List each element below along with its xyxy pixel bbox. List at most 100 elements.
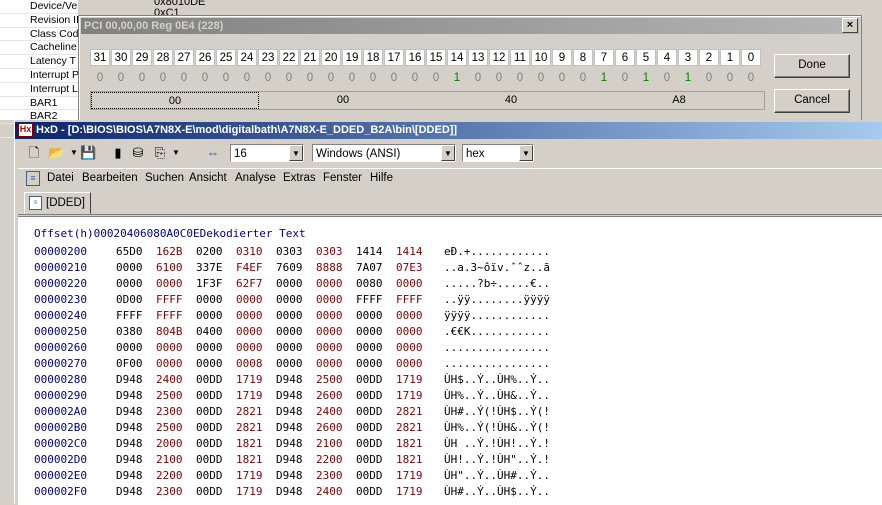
hex-word: 0000 (236, 341, 263, 354)
bit-value[interactable]: 0 (132, 70, 152, 87)
chevron-down-icon[interactable]: ▼ (441, 145, 455, 161)
save-icon[interactable]: 💾 (80, 145, 96, 161)
new-file-icon[interactable]: 🗋 (26, 145, 42, 161)
decoded-text: ÙH!..Ý.!ÙH"..Ý.! (444, 453, 550, 466)
bit-header: 19 (342, 49, 362, 66)
properties-dropdown-chevron-icon[interactable]: ▼ (168, 145, 184, 161)
bit-value[interactable]: 1 (636, 70, 656, 87)
menu-analyse[interactable]: Analyse (235, 172, 276, 184)
bit-value[interactable]: 0 (111, 70, 131, 87)
chevron-down-icon[interactable]: ▼ (289, 145, 303, 161)
bit-value[interactable]: 0 (531, 70, 551, 87)
hex-word: 0000 (396, 277, 423, 290)
bit-value[interactable]: 1 (678, 70, 698, 87)
charset-value: Windows (ANSI) (316, 148, 401, 160)
row-offset: 00000250 (34, 325, 87, 338)
bit-header: 21 (300, 49, 320, 66)
bit-header: 14 (447, 49, 467, 66)
row-offset: 00000200 (34, 245, 87, 258)
bit-header: 10 (531, 49, 551, 66)
hex-word: 0000 (156, 277, 183, 290)
hex-word: 2000 (156, 437, 183, 450)
bit-value[interactable]: 0 (300, 70, 320, 87)
bit-header: 18 (363, 49, 383, 66)
bytes-per-row-select[interactable]: 16 ▼ (230, 144, 304, 162)
bit-value[interactable]: 0 (615, 70, 635, 87)
document-icon[interactable]: ≡ (26, 171, 40, 186)
menu-ansicht[interactable]: Ansicht (189, 172, 227, 184)
bit-value[interactable]: 0 (573, 70, 593, 87)
menu-datei[interactable]: Datei (47, 172, 74, 184)
bit-value[interactable]: 0 (258, 70, 278, 87)
hxd-titlebar[interactable]: Hx HxD - [D:\BIOS\BIOS\A7N8X-E\mod\digita… (15, 122, 882, 139)
decoded-text: ................ (444, 357, 550, 370)
hex-word: 2821 (396, 405, 423, 418)
bit-value[interactable]: 0 (174, 70, 194, 87)
pci-dialog-title: PCI 00,00,00 Reg 0E4 (228) (81, 18, 859, 34)
hxd-app-icon[interactable]: Hx (18, 123, 33, 138)
bit-value[interactable]: 0 (489, 70, 509, 87)
base-select[interactable]: hex ▼ (462, 144, 534, 162)
bit-value[interactable]: 0 (279, 70, 299, 87)
done-button[interactable]: Done (774, 54, 850, 78)
bit-value[interactable]: 1 (447, 70, 467, 87)
bit-header: 28 (153, 49, 173, 66)
bit-value[interactable]: 0 (195, 70, 215, 87)
bit-value[interactable]: 1 (594, 70, 614, 87)
column-header: 0C (173, 227, 187, 240)
bit-header: 11 (510, 49, 530, 66)
row-offset: 000002C0 (34, 437, 87, 450)
bit-value[interactable]: 0 (90, 70, 110, 87)
hex-word: 0000 (116, 261, 143, 274)
bit-value[interactable]: 0 (384, 70, 404, 87)
base-value: hex (466, 148, 485, 160)
menu-suchen[interactable]: Suchen (145, 172, 184, 184)
bit-header: 24 (237, 49, 257, 66)
bit-value[interactable]: 0 (741, 70, 761, 87)
bit-value[interactable]: 0 (153, 70, 173, 87)
decoded-text: ..ÿÿ........ÿÿÿÿ (444, 293, 550, 306)
decoded-text: .€€K............ (444, 325, 550, 338)
bit-value[interactable]: 0 (552, 70, 572, 87)
hex-word: 00DD (196, 373, 223, 386)
bit-header: 2 (699, 49, 719, 66)
bit-value[interactable]: 0 (426, 70, 446, 87)
tab-dded[interactable]: ≡ [DDED] (24, 192, 91, 214)
hex-view[interactable]: Offset(h)00020406080A0C0EDekodierter Tex… (18, 216, 882, 505)
bit-value[interactable]: 0 (657, 70, 677, 87)
bit-value[interactable]: 0 (468, 70, 488, 87)
open-folder-icon[interactable]: 📂 (48, 145, 64, 161)
bit-value[interactable]: 0 (699, 70, 719, 87)
bit-value[interactable]: 0 (321, 70, 341, 87)
disk-icon[interactable]: ⛁ (130, 145, 146, 161)
chevron-down-icon[interactable]: ▼ (519, 145, 533, 161)
hex-word: 0000 (396, 341, 423, 354)
properties-icon[interactable]: ⎘ (152, 145, 168, 161)
byte-value[interactable]: 40 (427, 92, 595, 109)
hex-word: 0000 (236, 309, 263, 322)
byte-value[interactable]: A8 (595, 92, 763, 109)
charset-select[interactable]: Windows (ANSI) ▼ (312, 144, 456, 162)
cancel-button[interactable]: Cancel (774, 89, 850, 113)
ram-icon[interactable]: ▮ (110, 145, 126, 161)
hex-word: 337E (196, 261, 223, 274)
hex-word: 0008 (236, 357, 263, 370)
bit-value[interactable]: 0 (363, 70, 383, 87)
bit-value[interactable]: 0 (405, 70, 425, 87)
hex-word: 07E3 (396, 261, 423, 274)
close-icon[interactable]: × (842, 18, 858, 33)
menu-extras[interactable]: Extras (283, 172, 316, 184)
bit-value[interactable]: 0 (720, 70, 740, 87)
hex-word: D948 (276, 373, 303, 386)
menu-fenster[interactable]: Fenster (323, 172, 362, 184)
bit-value[interactable]: 0 (342, 70, 362, 87)
hex-word: 0000 (276, 325, 303, 338)
bit-value[interactable]: 0 (510, 70, 530, 87)
hex-word: 0080 (356, 277, 383, 290)
menu-bearbeiten[interactable]: Bearbeiten (82, 172, 138, 184)
menu-hilfe[interactable]: Hilfe (370, 172, 393, 184)
byte-value[interactable]: 00 (91, 92, 259, 109)
bit-value[interactable]: 0 (237, 70, 257, 87)
byte-value[interactable]: 00 (259, 92, 427, 109)
bit-value[interactable]: 0 (216, 70, 236, 87)
